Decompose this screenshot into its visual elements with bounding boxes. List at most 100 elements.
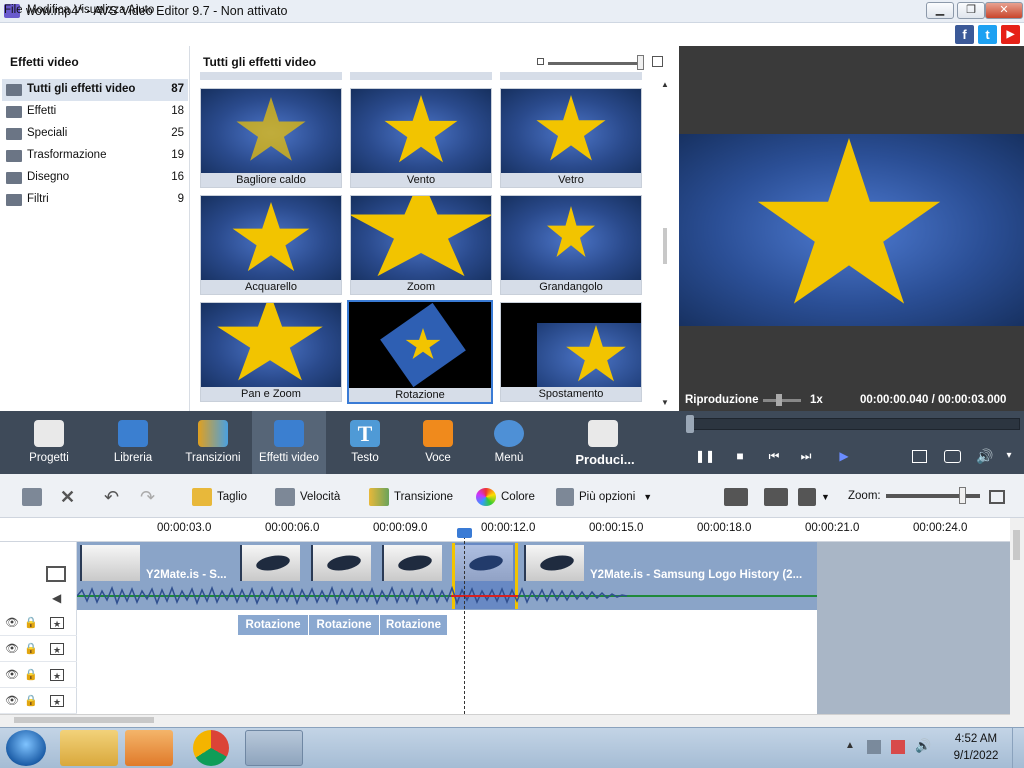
toolbar-testo[interactable]: T Testo — [328, 411, 402, 474]
eye-icon[interactable]: 👁 — [5, 643, 19, 655]
action-center-icon[interactable] — [891, 740, 905, 754]
fit-timeline-icon[interactable] — [989, 490, 1005, 504]
large-size-icon[interactable] — [652, 56, 663, 67]
playhead-handle[interactable] — [457, 528, 472, 538]
start-button[interactable] — [6, 730, 46, 766]
zoom-slider-thumb[interactable] — [959, 487, 966, 504]
effect-vento[interactable]: Vento — [350, 88, 492, 188]
undo-icon[interactable]: ↶ — [104, 486, 119, 508]
eye-icon[interactable]: 👁 — [5, 695, 19, 707]
menu-visualizza[interactable]: Visualizza — [74, 4, 126, 16]
category-filtri[interactable]: Filtri 9 — [2, 189, 188, 211]
scroll-down-icon[interactable]: ▼ — [661, 398, 669, 407]
clock-time[interactable]: 4:52 AM — [946, 733, 1006, 745]
snapshot-frame-icon[interactable] — [724, 486, 753, 508]
volume-icon[interactable]: 🔊 — [976, 448, 994, 464]
scrollbar-thumb[interactable] — [14, 717, 154, 723]
piu-opzioni-button[interactable]: Più opzioni ▼ — [556, 486, 652, 508]
timeline-empty-area[interactable] — [817, 542, 1010, 714]
next-frame-button[interactable]: ⏭ — [797, 448, 815, 464]
lock-icon[interactable]: 🔒 — [24, 695, 38, 707]
speed-slider-thumb[interactable] — [776, 394, 782, 406]
toolbar-libreria[interactable]: Libreria — [96, 411, 170, 474]
effect-vetro[interactable]: Vetro — [500, 88, 642, 188]
effect-zoom[interactable]: Zoom — [350, 195, 492, 295]
toolbar-menu[interactable]: Menù — [472, 411, 546, 474]
menu-file[interactable]: File — [4, 4, 23, 16]
mark-icon[interactable]: ▶ — [835, 448, 853, 464]
delete-icon[interactable]: ✕ — [60, 486, 75, 508]
minimize-button[interactable]: ▁ — [926, 2, 954, 19]
fx-icon[interactable]: ★ — [50, 643, 64, 655]
thumbnail-size-slider[interactable] — [548, 62, 640, 65]
menu-modifica[interactable]: Modifica — [27, 4, 70, 16]
avs-editor-taskbar-icon[interactable] — [245, 730, 303, 766]
audio-mixer-icon[interactable] — [764, 486, 793, 508]
category-trasformazione[interactable]: Trasformazione 19 — [2, 145, 188, 167]
scroll-up-icon[interactable]: ▲ — [661, 80, 669, 89]
fx-icon[interactable]: ★ — [50, 695, 64, 707]
category-effetti[interactable]: Effetti 18 — [2, 101, 188, 123]
toolbar-voce[interactable]: Voce — [401, 411, 475, 474]
fx-icon[interactable]: ★ — [50, 669, 64, 681]
tray-arrow-icon[interactable]: ▲ — [845, 740, 855, 751]
snapshot-icon[interactable] — [944, 450, 961, 463]
menu-aiuto[interactable]: Aiuto — [128, 4, 154, 16]
chrome-taskbar-icon[interactable] — [193, 730, 229, 766]
eye-icon[interactable]: 👁 — [5, 669, 19, 681]
eye-icon[interactable]: 👁 — [5, 617, 19, 629]
ruler-label: 00:00:06.0 — [265, 522, 320, 534]
effect-rotazione[interactable]: Rotazione — [347, 300, 493, 404]
category-speciali[interactable]: Speciali 25 — [2, 123, 188, 145]
effect-pan-e-zoom[interactable]: Pan e Zoom — [200, 302, 342, 402]
redo-icon[interactable]: ↷ — [140, 486, 155, 508]
colore-button[interactable]: Colore — [476, 486, 535, 508]
effect-spostamento[interactable]: Spostamento — [500, 302, 642, 402]
category-all[interactable]: Tutti gli effetti video 87 — [2, 79, 188, 101]
stop-button[interactable]: ■ — [731, 448, 749, 464]
transizione-button[interactable]: Transizione — [369, 486, 453, 508]
close-button[interactable]: ✕ — [985, 2, 1023, 19]
velocita-button[interactable]: Velocità — [275, 486, 340, 508]
lock-icon[interactable]: 🔒 — [24, 669, 38, 681]
network-icon[interactable] — [867, 740, 881, 754]
explorer-taskbar-icon[interactable] — [60, 730, 118, 766]
scrollbar-thumb[interactable] — [663, 228, 667, 264]
volume-tray-icon[interactable]: 🔊 — [915, 738, 931, 754]
aspect-ratio-icon[interactable]: ▼ — [798, 486, 830, 508]
previous-frame-button[interactable]: ⏮ — [765, 448, 783, 464]
speed-slider[interactable] — [763, 399, 801, 402]
toolbar-effetti-video[interactable]: Effetti video — [252, 411, 326, 474]
storyboard-toggle-icon[interactable] — [22, 486, 47, 508]
effect-bar-rotazione[interactable]: Rotazione — [309, 615, 380, 635]
detach-preview-icon[interactable] — [912, 450, 927, 463]
effect-bar-rotazione[interactable]: Rotazione — [238, 615, 309, 635]
facebook-icon[interactable]: f — [955, 25, 974, 44]
slider-thumb[interactable] — [637, 55, 644, 70]
toolbar-progetti[interactable]: Progetti — [12, 411, 86, 474]
effect-bagliore-caldo[interactable]: Bagliore caldo — [200, 88, 342, 188]
seek-thumb[interactable] — [686, 415, 694, 433]
show-desktop-button[interactable] — [1012, 728, 1024, 768]
small-size-icon[interactable] — [537, 58, 544, 65]
twitter-icon[interactable]: t — [978, 25, 997, 44]
category-disegno[interactable]: Disegno 16 — [2, 167, 188, 189]
lock-icon[interactable]: 🔒 — [24, 643, 38, 655]
media-player-taskbar-icon[interactable] — [125, 730, 173, 766]
lock-icon[interactable]: 🔒 — [24, 617, 38, 629]
effect-grandangolo[interactable]: Grandangolo — [500, 195, 642, 295]
toolbar-transizioni[interactable]: Transizioni — [176, 411, 250, 474]
scrollbar-thumb[interactable] — [1013, 530, 1020, 560]
audio-mute-icon[interactable]: ◀ — [52, 591, 61, 605]
maximize-button[interactable]: ❐ — [957, 2, 985, 19]
effect-bar-rotazione[interactable]: Rotazione — [380, 615, 448, 635]
taglio-button[interactable]: Taglio — [192, 486, 247, 508]
pause-button[interactable]: ❚❚ — [695, 448, 715, 464]
volume-menu-icon[interactable]: ▾ — [1000, 448, 1018, 464]
youtube-icon[interactable]: ▶ — [1001, 25, 1020, 44]
clock-date[interactable]: 9/1/2022 — [946, 750, 1006, 762]
seek-bar[interactable] — [688, 418, 1020, 430]
fx-icon[interactable]: ★ — [50, 617, 64, 629]
effect-acquarello[interactable]: Acquarello — [200, 195, 342, 295]
toolbar-produci[interactable]: Produci... — [566, 411, 644, 474]
